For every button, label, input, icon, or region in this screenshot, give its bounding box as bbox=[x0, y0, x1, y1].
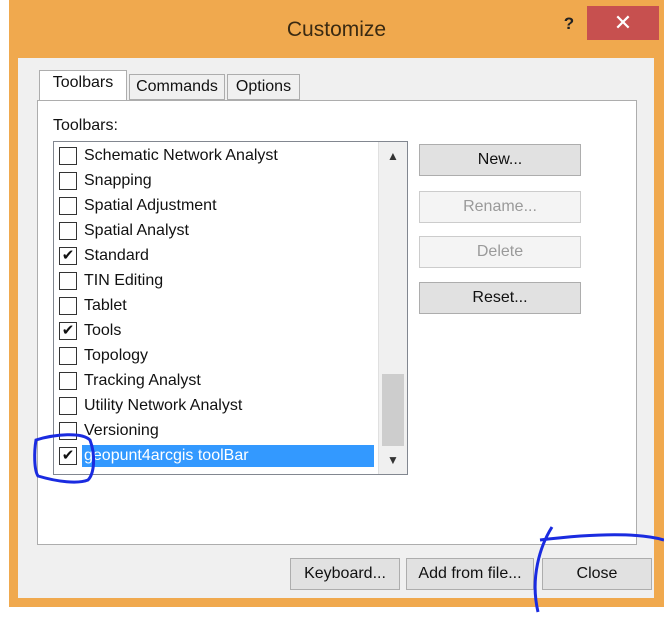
list-item-label: geopunt4arcgis toolBar bbox=[82, 445, 374, 467]
tab-toolbars[interactable]: Toolbars bbox=[39, 70, 127, 100]
list-item-label: Spatial Adjustment bbox=[84, 197, 217, 214]
checkbox[interactable] bbox=[59, 397, 77, 415]
list-item-selected[interactable]: ✔ geopunt4arcgis toolBar bbox=[56, 444, 378, 469]
keyboard-button[interactable]: Keyboard... bbox=[290, 558, 400, 590]
checkbox[interactable] bbox=[59, 297, 77, 315]
list-item[interactable]: Snapping bbox=[56, 169, 378, 194]
list-item-label: Spatial Analyst bbox=[84, 222, 189, 239]
list-item-label: Tracking Analyst bbox=[84, 372, 201, 389]
list-item[interactable]: Versioning bbox=[56, 419, 378, 444]
close-window-button[interactable]: ✕ bbox=[587, 6, 659, 40]
list-item-label: Snapping bbox=[84, 172, 152, 189]
list-item[interactable]: Spatial Adjustment bbox=[56, 194, 378, 219]
toolbars-label: Toolbars: bbox=[53, 117, 118, 134]
list-item[interactable]: Topology bbox=[56, 344, 378, 369]
list-item[interactable]: Utility Network Analyst bbox=[56, 394, 378, 419]
list-item[interactable]: Tablet bbox=[56, 294, 378, 319]
toolbars-list[interactable]: Schematic Network Analyst Snapping Spati… bbox=[53, 141, 408, 475]
list-item[interactable]: TIN Editing bbox=[56, 269, 378, 294]
tab-options[interactable]: Options bbox=[227, 74, 300, 100]
list-item-label: Versioning bbox=[84, 422, 159, 439]
reset-button[interactable]: Reset... bbox=[419, 282, 581, 314]
list-item-label: Standard bbox=[84, 247, 149, 264]
checkbox[interactable] bbox=[59, 347, 77, 365]
list-item-label: Utility Network Analyst bbox=[84, 397, 243, 414]
tab-commands[interactable]: Commands bbox=[129, 74, 225, 100]
customize-dialog: Customize ? ✕ Toolbars Commands Options … bbox=[9, 0, 664, 607]
checkbox[interactable] bbox=[59, 172, 77, 190]
dialog-body: Toolbars Commands Options Toolbars: Sche… bbox=[18, 58, 654, 598]
list-scrollbar[interactable]: ▲ ▼ bbox=[378, 142, 407, 474]
checkbox[interactable] bbox=[59, 272, 77, 290]
list-item[interactable]: ✔ Standard bbox=[56, 244, 378, 269]
list-item-label: TIN Editing bbox=[84, 272, 164, 289]
checkbox-checked[interactable]: ✔ bbox=[59, 247, 77, 265]
list-item-label: Tools bbox=[84, 322, 122, 339]
checkbox[interactable] bbox=[59, 422, 77, 440]
list-item[interactable]: Schematic Network Analyst bbox=[56, 144, 378, 169]
chevron-up-icon[interactable]: ▲ bbox=[379, 144, 407, 168]
list-item[interactable]: ✔ Tools bbox=[56, 319, 378, 344]
list-item-label: Tablet bbox=[84, 297, 127, 314]
checkbox[interactable] bbox=[59, 197, 77, 215]
list-item-label: Schematic Network Analyst bbox=[84, 147, 278, 164]
chevron-down-icon[interactable]: ▼ bbox=[379, 448, 407, 472]
new-button[interactable]: New... bbox=[419, 144, 581, 176]
toolbars-panel: Toolbars: Schematic Network Analyst Snap… bbox=[37, 100, 637, 545]
checkbox-checked[interactable]: ✔ bbox=[59, 447, 77, 465]
list-item[interactable]: Tracking Analyst bbox=[56, 369, 378, 394]
checkbox[interactable] bbox=[59, 222, 77, 240]
help-button[interactable]: ? bbox=[557, 14, 581, 38]
checkbox[interactable] bbox=[59, 147, 77, 165]
checkbox[interactable] bbox=[59, 372, 77, 390]
add-from-file-button[interactable]: Add from file... bbox=[406, 558, 534, 590]
scrollbar-thumb[interactable] bbox=[382, 374, 404, 446]
close-button[interactable]: Close bbox=[542, 558, 652, 590]
list-item-label: Topology bbox=[84, 347, 149, 364]
rename-button[interactable]: Rename... bbox=[419, 191, 581, 223]
title-bar[interactable]: Customize ? ✕ bbox=[9, 0, 664, 58]
list-item[interactable]: Spatial Analyst bbox=[56, 219, 378, 244]
checkbox-checked[interactable]: ✔ bbox=[59, 322, 77, 340]
delete-button[interactable]: Delete bbox=[419, 236, 581, 268]
